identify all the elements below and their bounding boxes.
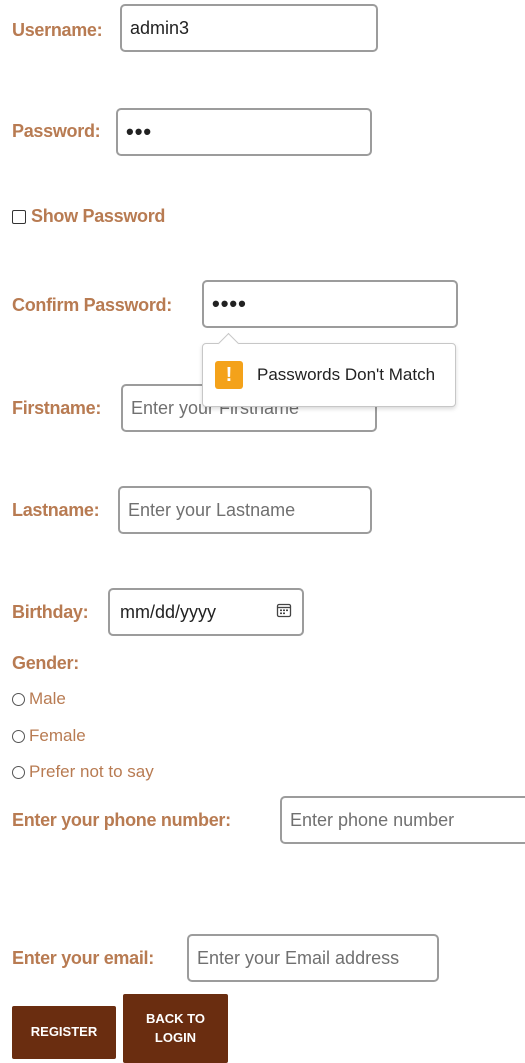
validation-tooltip: ! Passwords Don't Match: [202, 343, 456, 407]
lastname-input[interactable]: [118, 486, 372, 534]
male-label: Male: [29, 689, 66, 708]
back-to-login-line2: LOGIN: [154, 1029, 197, 1045]
email-input[interactable]: [187, 934, 439, 982]
password-input[interactable]: [116, 108, 372, 156]
back-to-login-button[interactable]: BACK TO LOGIN: [123, 994, 228, 1063]
prefer-not-label: Prefer not to say: [29, 762, 154, 781]
birthday-input[interactable]: mm/dd/yyyy: [108, 588, 304, 636]
show-password-row[interactable]: Show Password: [12, 206, 165, 227]
calendar-icon[interactable]: [276, 602, 292, 623]
male-radio[interactable]: [12, 692, 25, 706]
gender-option-prefer-not[interactable]: Prefer not to say: [12, 762, 154, 782]
birthday-placeholder: mm/dd/yyyy: [120, 601, 217, 622]
lastname-label: Lastname:: [12, 500, 100, 520]
back-to-login-line1: BACK TO: [146, 1011, 205, 1027]
gender-option-female[interactable]: Female: [12, 726, 86, 746]
phone-input[interactable]: [280, 796, 525, 844]
confirm-password-label: Confirm Password:: [12, 295, 172, 315]
email-label: Enter your email:: [12, 948, 154, 968]
birthday-label: Birthday:: [12, 602, 89, 622]
firstname-label: Firstname:: [12, 398, 102, 418]
female-radio[interactable]: [12, 729, 25, 743]
username-label: Username:: [12, 20, 103, 40]
phone-label: Enter your phone number:: [12, 810, 231, 830]
password-label: Password:: [12, 121, 101, 141]
gender-option-male[interactable]: Male: [12, 689, 66, 709]
prefer-not-radio[interactable]: [12, 765, 25, 779]
gender-label: Gender:: [12, 653, 79, 673]
show-password-label: Show Password: [31, 206, 166, 226]
username-input[interactable]: [120, 4, 378, 52]
female-label: Female: [29, 726, 86, 745]
confirm-password-input[interactable]: [202, 280, 458, 328]
warning-icon: !: [215, 361, 243, 389]
validation-message: Passwords Don't Match: [257, 365, 436, 384]
register-button[interactable]: REGISTER: [12, 1006, 116, 1059]
show-password-checkbox[interactable]: [12, 209, 26, 224]
